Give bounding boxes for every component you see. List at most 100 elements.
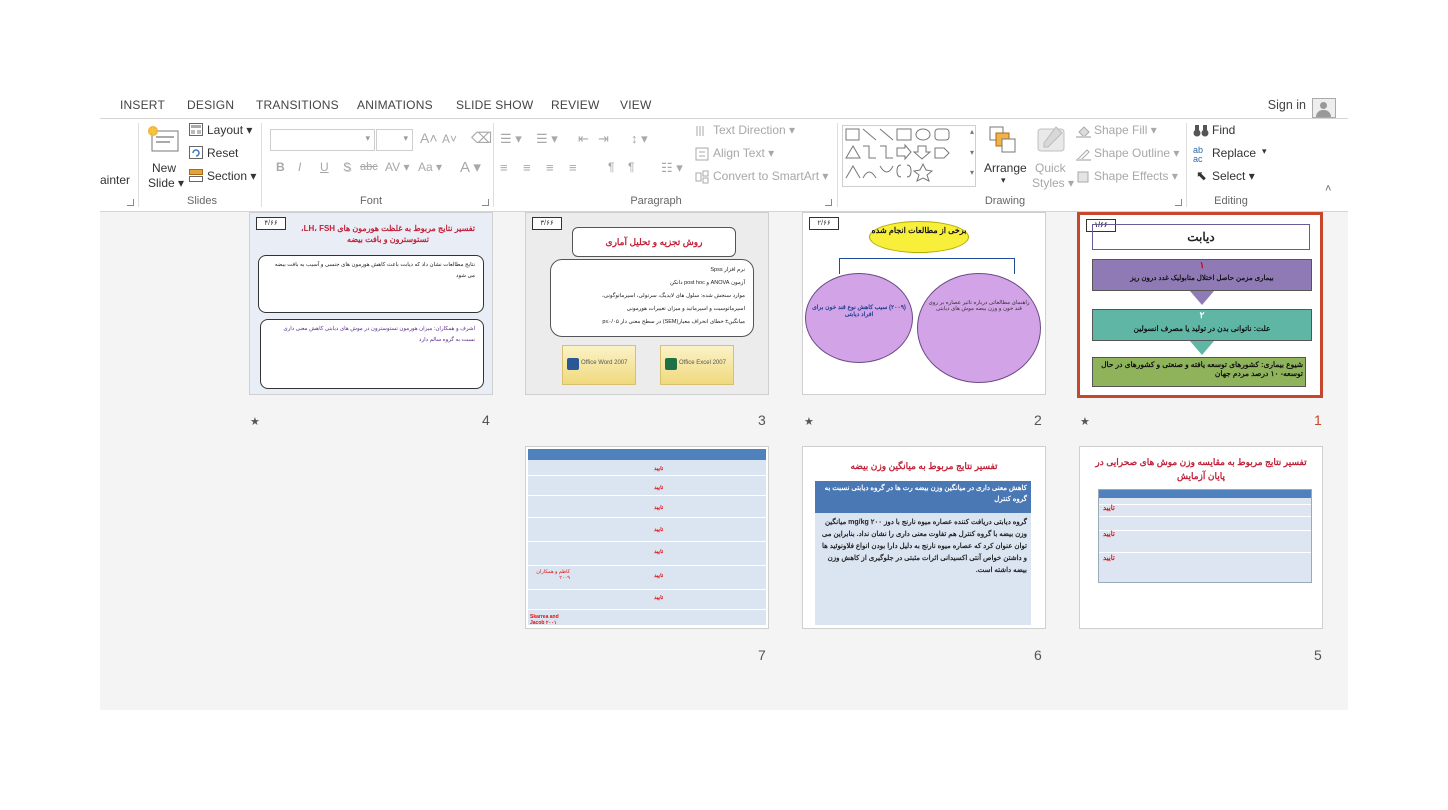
divider bbox=[1186, 123, 1187, 207]
bold-button[interactable]: B bbox=[276, 160, 285, 174]
slide-thumbnail-5[interactable]: تفسیر نتایج مربوط به مقایسه وزن موش های … bbox=[1079, 446, 1323, 629]
bullets-icon[interactable]: ☰ ▾ bbox=[500, 131, 522, 147]
slide-thumbnail-4[interactable]: ۴/۶۶ تفسیر نتایج مربوط به غلظت هورمون ها… bbox=[249, 212, 493, 395]
arrange-button[interactable]: Arrange bbox=[984, 161, 1027, 175]
table-header bbox=[1099, 490, 1311, 498]
justify-icon[interactable]: ≡ bbox=[569, 160, 577, 175]
clear-formatting-icon[interactable]: ⌫ bbox=[471, 129, 492, 147]
new-slide-dropdown[interactable]: Slide ▾ bbox=[148, 176, 184, 190]
numbering-icon[interactable]: ☰ ▾ bbox=[536, 131, 558, 147]
increase-indent-icon[interactable]: ⇥ bbox=[598, 131, 609, 147]
font-color-icon[interactable]: A ▾ bbox=[460, 158, 481, 176]
verdict-cell: تایید bbox=[654, 595, 664, 601]
slide-thumbnail-7[interactable]: تایید تایید تایید تایید تایید تایید تایی… bbox=[525, 446, 769, 629]
animation-star-icon[interactable]: ★ bbox=[804, 415, 814, 428]
select-button[interactable]: Select ▾ bbox=[1212, 169, 1255, 183]
clipboard-launcher-icon[interactable] bbox=[127, 199, 134, 206]
slide-number: 2 bbox=[1034, 412, 1042, 428]
slide-thumbnail-1[interactable]: ۱/۶۶ دیابت ۱ بیماری مزمن حاصل اختلال متا… bbox=[1077, 212, 1323, 398]
gallery-more-icon[interactable]: ▾ bbox=[970, 168, 974, 177]
right-to-left-icon[interactable]: ¶ bbox=[628, 160, 634, 174]
powerpoint-window: INSERT DESIGN TRANSITIONS ANIMATIONS SLI… bbox=[100, 96, 1348, 710]
text-shadow-button[interactable]: S bbox=[343, 160, 351, 174]
verdict-cell: تایید bbox=[654, 527, 664, 533]
shape-effects-icon bbox=[1076, 170, 1091, 189]
reset-button[interactable]: Reset bbox=[207, 146, 238, 160]
slide-thumbnail-6[interactable]: تفسیر نتایج مربوط به میانگین وزن بیضه کا… bbox=[802, 446, 1046, 629]
slide-title: برخی از مطالعات انجام شده bbox=[869, 221, 969, 253]
drawing-launcher-icon[interactable] bbox=[1175, 199, 1182, 206]
slide-title: روش تجزیه و تحلیل آماری bbox=[572, 227, 736, 257]
avatar[interactable] bbox=[1312, 98, 1336, 118]
text-line: میانگین± خطای انحراف معیار(SEM) در سطح م… bbox=[602, 319, 745, 325]
verdict-cell: تایید bbox=[654, 505, 664, 511]
decrease-font-icon[interactable]: A˅ bbox=[442, 132, 457, 146]
office-excel-image: Office Excel 2007 bbox=[660, 345, 734, 385]
tab-insert[interactable]: INSERT bbox=[120, 98, 165, 112]
section-button[interactable]: Section ▾ bbox=[207, 169, 256, 183]
quick-styles-button[interactable]: Styles ▾ bbox=[1032, 176, 1074, 190]
increase-font-icon[interactable]: A˄ bbox=[420, 130, 438, 146]
shapes-gallery[interactable]: ▴ ▾ ▾ bbox=[842, 125, 976, 187]
align-right-icon[interactable]: ≡ bbox=[546, 160, 554, 175]
font-group-label: Font bbox=[359, 195, 382, 207]
strikethrough-button[interactable]: abc bbox=[360, 161, 378, 173]
animation-star-icon[interactable]: ★ bbox=[1080, 415, 1090, 428]
slide-thumbnail-3[interactable]: ۳/۶۶ روش تجزیه و تحلیل آماری نرم افزار S… bbox=[525, 212, 769, 395]
tab-animations[interactable]: ANIMATIONS bbox=[357, 98, 433, 112]
tab-transitions[interactable]: TRANSITIONS bbox=[256, 98, 339, 112]
italic-button[interactable]: I bbox=[298, 160, 301, 174]
align-text-button[interactable]: Align Text ▾ bbox=[713, 146, 774, 160]
new-slide-icon[interactable] bbox=[146, 125, 180, 155]
shape-outline-button[interactable]: Shape Outline ▾ bbox=[1094, 146, 1179, 160]
paragraph-launcher-icon[interactable] bbox=[825, 199, 832, 206]
verdict-cell: تایید bbox=[1103, 505, 1115, 512]
slide-title: دیابت bbox=[1092, 224, 1310, 250]
align-left-icon[interactable]: ≡ bbox=[500, 160, 508, 175]
text-line: موارد سنجش شده: سلول های لایدیگ، سرتولی،… bbox=[601, 293, 745, 299]
slide-page-stamp: ۳/۶۶ bbox=[532, 217, 562, 230]
table-header bbox=[528, 449, 766, 460]
font-launcher-icon[interactable] bbox=[482, 199, 489, 206]
gallery-up-icon[interactable]: ▴ bbox=[970, 127, 974, 136]
convert-smartart-button[interactable]: Convert to SmartArt ▾ bbox=[713, 169, 828, 183]
collapse-ribbon-icon[interactable]: ˄ bbox=[1325, 183, 1331, 195]
reset-icon bbox=[189, 146, 203, 164]
excel-logo-icon bbox=[665, 358, 677, 370]
decrease-indent-icon[interactable]: ⇤ bbox=[578, 131, 589, 147]
columns-icon[interactable]: ☷ ▾ bbox=[661, 160, 683, 176]
tab-design[interactable]: DESIGN bbox=[187, 98, 234, 112]
new-slide-label[interactable]: New bbox=[152, 161, 176, 175]
word-logo-icon bbox=[567, 358, 579, 370]
underline-button[interactable]: U bbox=[320, 160, 329, 174]
ribbon-tabs: INSERT DESIGN TRANSITIONS ANIMATIONS SLI… bbox=[100, 96, 1348, 118]
cursor-icon: ⬉ bbox=[1196, 168, 1207, 183]
gallery-down-icon[interactable]: ▾ bbox=[970, 148, 974, 157]
reference-cell: Skarrea and Jacob ۲۰۰۱ bbox=[530, 614, 559, 626]
animation-star-icon[interactable]: ★ bbox=[250, 415, 260, 428]
format-painter-button[interactable]: ainter bbox=[100, 173, 130, 187]
replace-button[interactable]: Replace bbox=[1212, 146, 1256, 160]
box-text: علت: ناتوانی بدن در تولید یا مصرف انسولی… bbox=[1133, 324, 1271, 333]
tab-view[interactable]: VIEW bbox=[620, 98, 651, 112]
text-direction-button[interactable]: Text Direction ▾ bbox=[713, 123, 795, 137]
left-to-right-icon[interactable]: ¶ bbox=[608, 160, 614, 174]
layout-button[interactable]: Layout ▾ bbox=[207, 123, 252, 137]
find-button[interactable]: Find bbox=[1212, 123, 1235, 137]
tab-slide-show[interactable]: SLIDE SHOW bbox=[456, 98, 533, 112]
slide-text-box: نتایج مطالعات نشان داد که دیابت باعث کاه… bbox=[258, 255, 484, 313]
tab-review[interactable]: REVIEW bbox=[551, 98, 600, 112]
sign-in-link[interactable]: Sign in bbox=[1268, 98, 1306, 112]
shape-fill-icon bbox=[1076, 124, 1091, 143]
divider bbox=[528, 589, 766, 590]
shape-effects-button[interactable]: Shape Effects ▾ bbox=[1094, 169, 1178, 183]
shape-fill-button[interactable]: Shape Fill ▾ bbox=[1094, 123, 1157, 137]
font-name-dropdown[interactable]: ▾ bbox=[270, 129, 375, 151]
quick-styles-label[interactable]: Quick bbox=[1035, 161, 1066, 175]
slide-thumbnail-2[interactable]: ۲/۶۶ برخی از مطالعات انجام شده (۲۰۰۹) سی… bbox=[802, 212, 1046, 395]
center-icon[interactable]: ≡ bbox=[523, 160, 531, 175]
section-label: Section bbox=[207, 169, 248, 183]
line-spacing-icon[interactable]: ↕ ▾ bbox=[631, 131, 648, 147]
font-size-dropdown[interactable]: ▾ bbox=[376, 129, 413, 151]
smartart-icon bbox=[695, 170, 709, 189]
